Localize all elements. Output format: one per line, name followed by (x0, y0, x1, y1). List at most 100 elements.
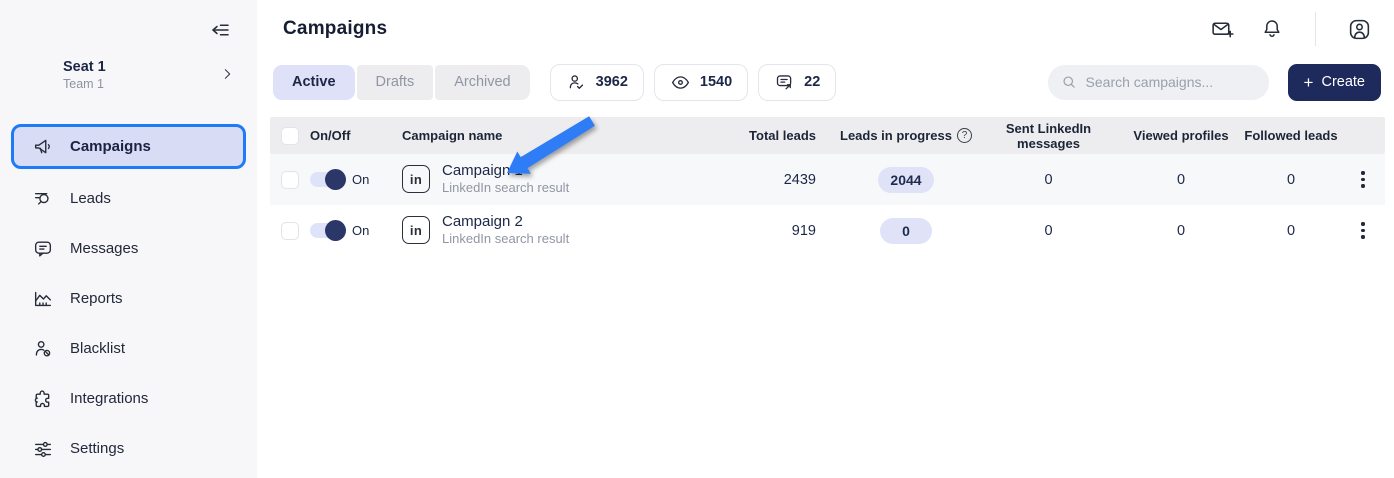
toggle-label: On (352, 223, 369, 238)
create-button[interactable]: + Create (1288, 64, 1381, 101)
stat-viewed[interactable]: 1540 (654, 64, 748, 101)
sidebar-item-blacklist[interactable]: Blacklist (11, 328, 246, 369)
sidebar-item-label: Reports (70, 290, 123, 307)
campaign-text: Campaign 2 LinkedIn search result (442, 213, 569, 248)
col-on-off: On/Off (310, 128, 402, 143)
campaign-name-cell[interactable]: in Campaign 2 LinkedIn search result (402, 213, 701, 248)
sidebar-item-campaigns[interactable]: Campaigns (11, 124, 246, 169)
col-label: Leads in progress (840, 128, 952, 143)
chevron-right-icon[interactable] (219, 66, 235, 85)
chat-bubble-icon (32, 238, 54, 260)
campaign-text: Campaign 1 LinkedIn search result (442, 162, 569, 197)
col-sent-messages: Sent LinkedIn messages (976, 121, 1121, 151)
campaigns-table: On/Off Campaign name Total leads Leads i… (270, 117, 1385, 256)
stat-chips: 3962 1540 22 (550, 64, 837, 101)
bell-icon[interactable] (1259, 16, 1285, 42)
campaign-name[interactable]: Campaign 1 (442, 162, 569, 180)
progress-badge: 0 (880, 218, 932, 244)
toggle-cell: On (310, 172, 402, 187)
seat-selector[interactable]: Seat 1 Team 1 (0, 58, 257, 92)
sidebar-item-label: Leads (70, 190, 111, 207)
col-leads-in-progress: Leads in progress ? (836, 128, 976, 143)
sidebar-item-messages[interactable]: Messages (11, 228, 246, 269)
stat-value: 22 (804, 74, 820, 90)
megaphone-icon (32, 136, 54, 158)
seat-subtitle: Team 1 (63, 76, 106, 92)
campaign-name[interactable]: Campaign 2 (442, 213, 569, 231)
tab-archived[interactable]: Archived (435, 65, 529, 100)
stat-leads-processed[interactable]: 3962 (550, 64, 644, 101)
sidebar-item-label: Integrations (70, 390, 148, 407)
table-row[interactable]: On in Campaign 2 LinkedIn search result … (270, 205, 1385, 256)
toggle-label: On (352, 172, 369, 187)
viewed-profiles-value: 0 (1177, 172, 1185, 188)
sidebar-item-label: Messages (70, 240, 138, 257)
seat-info: Seat 1 Team 1 (63, 58, 106, 92)
sidebar: Seat 1 Team 1 Campaigns Leads Messages (0, 0, 257, 478)
leads-in-progress-cell: 0 (880, 218, 932, 244)
followed-leads-value: 0 (1287, 223, 1295, 239)
linkedin-icon: in (402, 165, 430, 193)
divider (1315, 12, 1316, 46)
campaign-tabs: Active Drafts Archived (273, 65, 530, 100)
linkedin-icon: in (402, 216, 430, 244)
puzzle-icon (32, 388, 54, 410)
tab-active[interactable]: Active (273, 65, 355, 100)
row-checkbox[interactable] (281, 171, 299, 189)
sliders-icon (32, 438, 54, 460)
main-content: Campaigns Active Drafts Archived (257, 0, 1394, 478)
campaign-toggle[interactable] (310, 223, 345, 238)
seat-title: Seat 1 (63, 58, 106, 76)
topbar: Campaigns (257, 0, 1394, 58)
search-icon (1060, 73, 1078, 91)
col-followed-leads: Followed leads (1244, 128, 1337, 143)
tab-drafts[interactable]: Drafts (357, 65, 434, 100)
row-menu-icon[interactable] (1357, 218, 1368, 242)
sent-messages-value: 0 (1044, 223, 1052, 239)
toggle-cell: On (310, 223, 402, 238)
toggle-knob (325, 220, 346, 241)
message-share-icon (774, 72, 795, 93)
user-block-icon (32, 338, 54, 360)
col-campaign-name: Campaign name (402, 128, 701, 143)
sidebar-item-integrations[interactable]: Integrations (11, 378, 246, 419)
search-box (1048, 65, 1269, 100)
help-icon[interactable]: ? (957, 128, 972, 143)
eye-icon (670, 72, 691, 93)
campaign-toggle[interactable] (310, 172, 345, 187)
sidebar-item-settings[interactable]: Settings (11, 428, 246, 469)
create-label: Create (1321, 74, 1365, 90)
sidebar-nav: Campaigns Leads Messages Reports Blackli… (0, 124, 257, 469)
sidebar-item-reports[interactable]: Reports (11, 278, 246, 319)
table-row[interactable]: On in Campaign 1 LinkedIn search result … (270, 154, 1385, 205)
leads-in-progress-cell: 2044 (878, 167, 933, 193)
campaign-name-cell[interactable]: in Campaign 1 LinkedIn search result (402, 162, 701, 197)
viewed-profiles-value: 0 (1177, 223, 1185, 239)
row-menu-icon[interactable] (1357, 167, 1368, 191)
col-viewed-profiles: Viewed profiles (1133, 128, 1228, 143)
campaign-subtitle: LinkedIn search result (442, 180, 569, 197)
row-checkbox[interactable] (281, 222, 299, 240)
sidebar-item-leads[interactable]: Leads (11, 178, 246, 219)
stat-value: 1540 (700, 74, 732, 90)
topbar-actions (1209, 12, 1372, 46)
sidebar-item-label: Blacklist (70, 340, 125, 357)
progress-badge: 2044 (878, 167, 933, 193)
stat-messages[interactable]: 22 (758, 64, 836, 101)
total-leads-value: 2439 (784, 172, 836, 188)
mail-plus-icon[interactable] (1209, 16, 1235, 42)
chart-icon (32, 288, 54, 310)
campaign-subtitle: LinkedIn search result (442, 231, 569, 248)
search-input[interactable] (1086, 74, 1257, 90)
sidebar-item-label: Settings (70, 440, 124, 457)
total-leads-value: 919 (792, 223, 836, 239)
col-total-leads: Total leads (749, 128, 836, 143)
plus-icon: + (1304, 74, 1314, 91)
sidebar-item-label: Campaigns (70, 138, 151, 155)
avatar-icon[interactable] (1346, 16, 1372, 42)
collapse-sidebar-icon[interactable] (207, 17, 233, 43)
select-all-checkbox[interactable] (281, 127, 299, 145)
sent-messages-value: 0 (1044, 172, 1052, 188)
toggle-knob (325, 169, 346, 190)
person-check-icon (566, 72, 587, 93)
